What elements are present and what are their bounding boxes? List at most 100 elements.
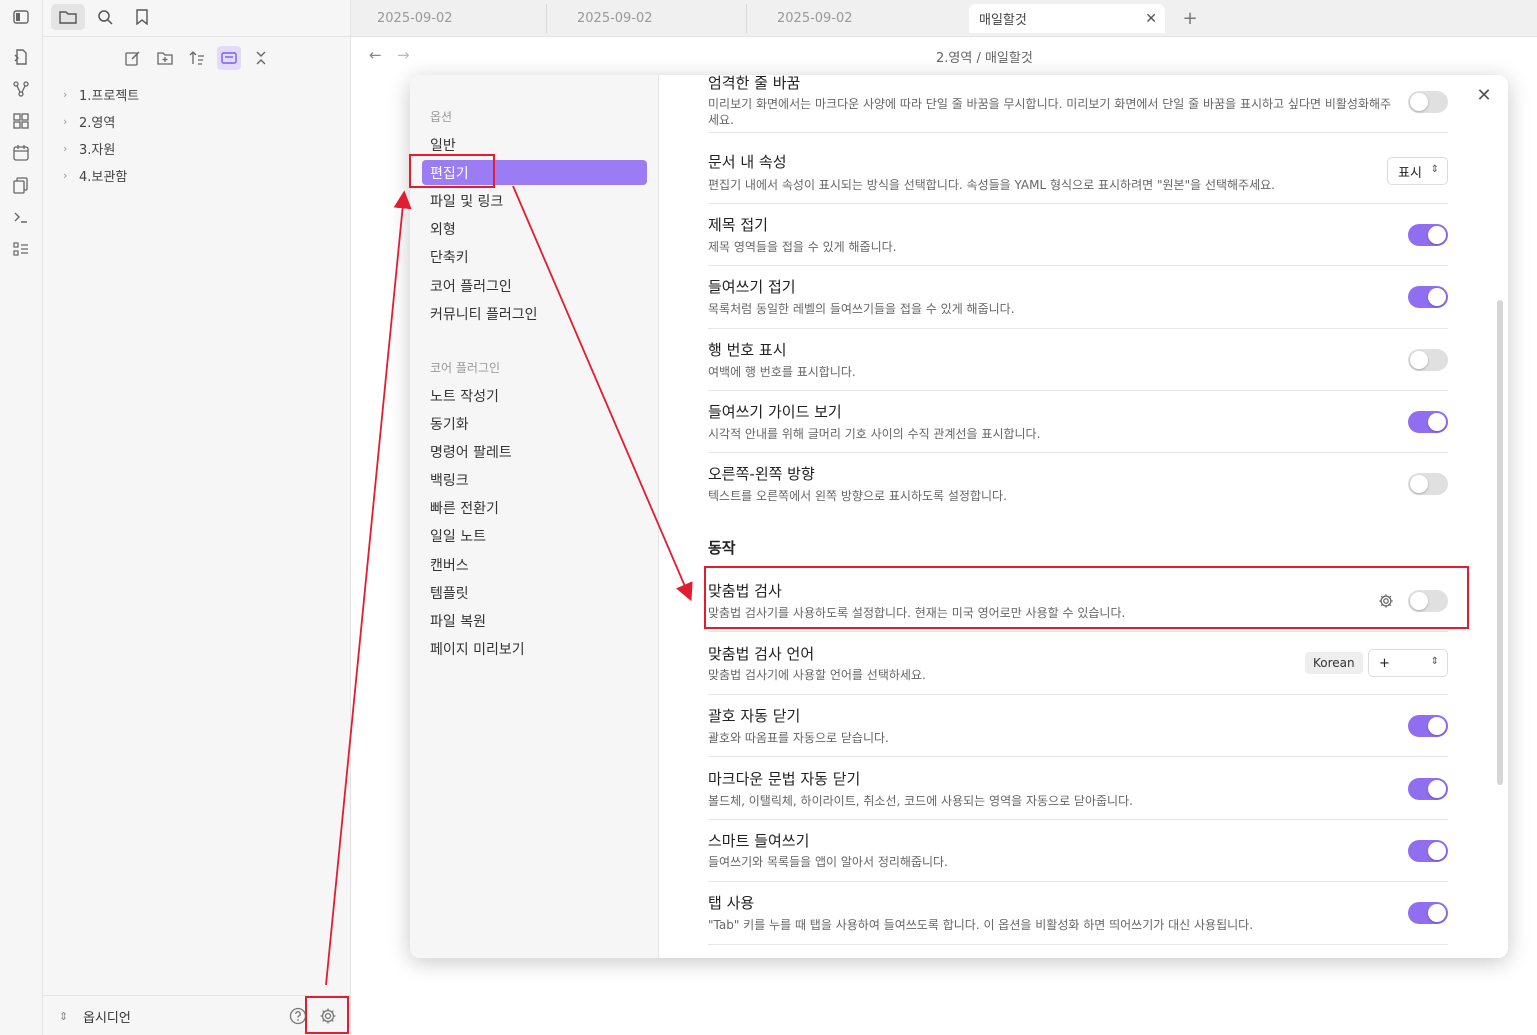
nav-header-core-plugins: 코어 플러그인	[430, 361, 501, 375]
properties-display-select[interactable]: 표시 ⇕	[1387, 157, 1448, 185]
tab-note-2[interactable]: 2025-09-02	[551, 4, 747, 33]
nav-item-daily-notes[interactable]: 일일 노트	[422, 523, 647, 548]
tab-active[interactable]: 매일할것 ✕	[969, 4, 1165, 33]
setting-right-to-left: 오른쪽-왼쪽 방향 텍스트를 오른쪽에서 왼쪽 방향으로 표시하도록 설정합니다…	[708, 453, 1448, 515]
nav-item-page-preview[interactable]: 페이지 미리보기	[422, 636, 647, 661]
nav-item-templates[interactable]: 템플릿	[422, 580, 647, 605]
select-value: 표시	[1398, 165, 1422, 181]
folder-icon[interactable]	[51, 4, 85, 30]
terminal-icon[interactable]	[11, 207, 31, 227]
daily-note-icon[interactable]	[11, 143, 31, 163]
settings-scrollbar[interactable]	[1497, 300, 1503, 785]
view-header: ← → 2.영역 / 매일할것	[351, 37, 1537, 73]
nav-item-quick-switcher[interactable]: 빠른 전환기	[422, 495, 647, 520]
search-icon[interactable]	[88, 4, 122, 30]
setting-strict-line-breaks: 엄격한 줄 바꿈 미리보기 화면에서는 마크다운 사양에 따라 단일 줄 바꿈을…	[708, 75, 1448, 133]
nav-item-canvas[interactable]: 캔버스	[422, 552, 647, 577]
indentation-guides-toggle[interactable]	[1408, 411, 1448, 433]
setting-description: 여백에 행 번호를 표시합니다.	[708, 365, 856, 379]
auto-pair-markdown-toggle[interactable]	[1408, 778, 1448, 800]
ribbon	[0, 0, 43, 1035]
settings-nav: 옵션 일반 편집기 파일 및 링크 외형 단축키 코어 플러그인 커뮤니티 플러…	[410, 75, 659, 958]
nav-item-hotkeys[interactable]: 단축키	[422, 244, 647, 269]
setting-use-tabs: 탭 사용 "Tab" 키를 누를 때 탭을 사용하여 들여쓰도록 합니다. 이 …	[708, 882, 1448, 945]
chevron-right-icon: ›	[63, 114, 68, 128]
tab-label: 2025-09-02	[777, 11, 853, 26]
settings-modal: 옵션 일반 편집기 파일 및 링크 외형 단축키 코어 플러그인 커뮤니티 플러…	[410, 75, 1508, 958]
setting-properties-in-document: 문서 내 속성 편집기 내에서 속성이 표시되는 방식을 선택합니다. 속성들을…	[708, 133, 1448, 204]
line-numbers-toggle[interactable]	[1408, 349, 1448, 371]
setting-name: 스마트 들여쓰기	[708, 832, 810, 850]
nav-item-note-composer[interactable]: 노트 작성기	[422, 383, 647, 408]
templates-icon[interactable]	[11, 175, 31, 195]
smart-indent-toggle[interactable]	[1408, 840, 1448, 862]
new-note-icon[interactable]	[121, 46, 145, 70]
sort-icon[interactable]	[185, 46, 209, 70]
setting-name: 마크다운 문법 자동 닫기	[708, 770, 861, 788]
tree-folder-1[interactable]: › 1.프로젝트	[63, 83, 139, 105]
vault-switcher[interactable]: ⇕ 옵시디언	[59, 1007, 131, 1026]
select-value: +	[1379, 655, 1390, 671]
setting-spellcheck-language: 맞춤법 검사 언어 맞춤법 검사기에 사용할 언어를 선택하세요. Korean…	[708, 632, 1448, 695]
setting-name: 문서 내 속성	[708, 153, 787, 171]
chevron-right-icon: ›	[63, 168, 68, 182]
folder-label: 3.자원	[79, 142, 116, 158]
nav-item-file-recovery[interactable]: 파일 복원	[422, 608, 647, 633]
graph-view-icon[interactable]	[11, 79, 31, 99]
canvas-icon[interactable]	[11, 111, 31, 131]
strict-line-breaks-toggle[interactable]	[1408, 91, 1448, 113]
sidebar-tab-header	[43, 0, 351, 37]
open-quick-switcher-icon[interactable]	[11, 47, 31, 67]
nav-item-appearance[interactable]: 외형	[422, 216, 647, 241]
nav-item-core-plugins[interactable]: 코어 플러그인	[422, 273, 647, 298]
setting-description: "Tab" 키를 누를 때 탭을 사용하여 들여쓰도록 합니다. 이 옵션을 비…	[708, 918, 1254, 932]
file-nav-toolbar	[43, 46, 351, 70]
auto-pair-brackets-toggle[interactable]	[1408, 715, 1448, 737]
close-tab-icon[interactable]: ✕	[1145, 11, 1157, 27]
close-modal-icon[interactable]: ✕	[1474, 85, 1494, 106]
nav-item-files-links[interactable]: 파일 및 링크	[422, 188, 647, 213]
tab-note-3[interactable]: 2025-09-02	[751, 4, 947, 33]
new-tab-icon[interactable]: +	[1178, 6, 1202, 30]
setting-name: 들여쓰기 접기	[708, 278, 796, 296]
sidebar-toggle-icon[interactable]	[11, 7, 31, 27]
nav-item-community-plugins[interactable]: 커뮤니티 플러그인	[422, 301, 647, 326]
setting-description: 맞춤법 검사기에 사용할 언어를 선택하세요.	[708, 668, 926, 682]
folder-label: 4.보관함	[79, 169, 128, 185]
bookmark-icon[interactable]	[125, 4, 159, 30]
use-tabs-toggle[interactable]	[1408, 902, 1448, 924]
annotation-box-spellcheck	[704, 566, 1469, 629]
nav-item-backlinks[interactable]: 백링크	[422, 467, 647, 492]
setting-description: 미리보기 화면에서는 마크다운 사양에 따라 단일 줄 바꿈을 무시합니다. 미…	[708, 97, 1392, 127]
add-language-select[interactable]: + ⇕	[1368, 649, 1448, 677]
fold-heading-toggle[interactable]	[1408, 224, 1448, 246]
setting-description: 볼드체, 이탤릭체, 하이라이트, 취소선, 코드에 사용되는 영역을 자동으로…	[708, 794, 1133, 808]
right-to-left-toggle[interactable]	[1408, 473, 1448, 495]
setting-smart-indent: 스마트 들여쓰기 들여쓰기와 목록들을 앱이 알아서 정리해줍니다.	[708, 820, 1448, 882]
setting-name: 행 번호 표시	[708, 341, 787, 359]
chevron-updown-icon: ⇕	[59, 1010, 69, 1023]
forward-arrow-icon[interactable]: →	[397, 46, 410, 64]
tree-folder-4[interactable]: › 4.보관함	[63, 164, 127, 186]
back-arrow-icon[interactable]: ←	[369, 46, 382, 64]
fold-indent-toggle[interactable]	[1408, 286, 1448, 308]
new-folder-icon[interactable]	[153, 46, 177, 70]
setting-name: 제목 접기	[708, 216, 768, 234]
folder-label: 2.영역	[79, 115, 116, 131]
auto-reveal-icon[interactable]	[217, 46, 241, 70]
annotation-box-editor	[409, 154, 495, 188]
setting-auto-pair-brackets: 괄호 자동 닫기 괄호와 따옴표를 자동으로 닫습니다.	[708, 695, 1448, 757]
tree-folder-2[interactable]: › 2.영역	[63, 110, 115, 132]
tab-note-1[interactable]: 2025-09-02	[351, 4, 547, 33]
tab-label: 2025-09-02	[377, 11, 453, 26]
bookmarks-list-icon[interactable]	[11, 239, 31, 259]
nav-item-command-palette[interactable]: 명령어 팔레트	[422, 439, 647, 464]
language-tag: Korean	[1305, 652, 1363, 674]
tree-folder-3[interactable]: › 3.자원	[63, 137, 115, 159]
setting-fold-indent: 들여쓰기 접기 목록처럼 동일한 레벨의 들여쓰기들을 접을 수 있게 해줍니다…	[708, 266, 1448, 329]
tab-bar: 2025-09-02 2025-09-02 2025-09-02 매일할것 ✕ …	[351, 0, 1537, 37]
setting-description: 괄호와 따옴표를 자동으로 닫습니다.	[708, 731, 889, 745]
collapse-all-icon[interactable]	[249, 46, 273, 70]
nav-item-sync[interactable]: 동기화	[422, 411, 647, 436]
section-title-behavior: 동작	[708, 539, 736, 557]
